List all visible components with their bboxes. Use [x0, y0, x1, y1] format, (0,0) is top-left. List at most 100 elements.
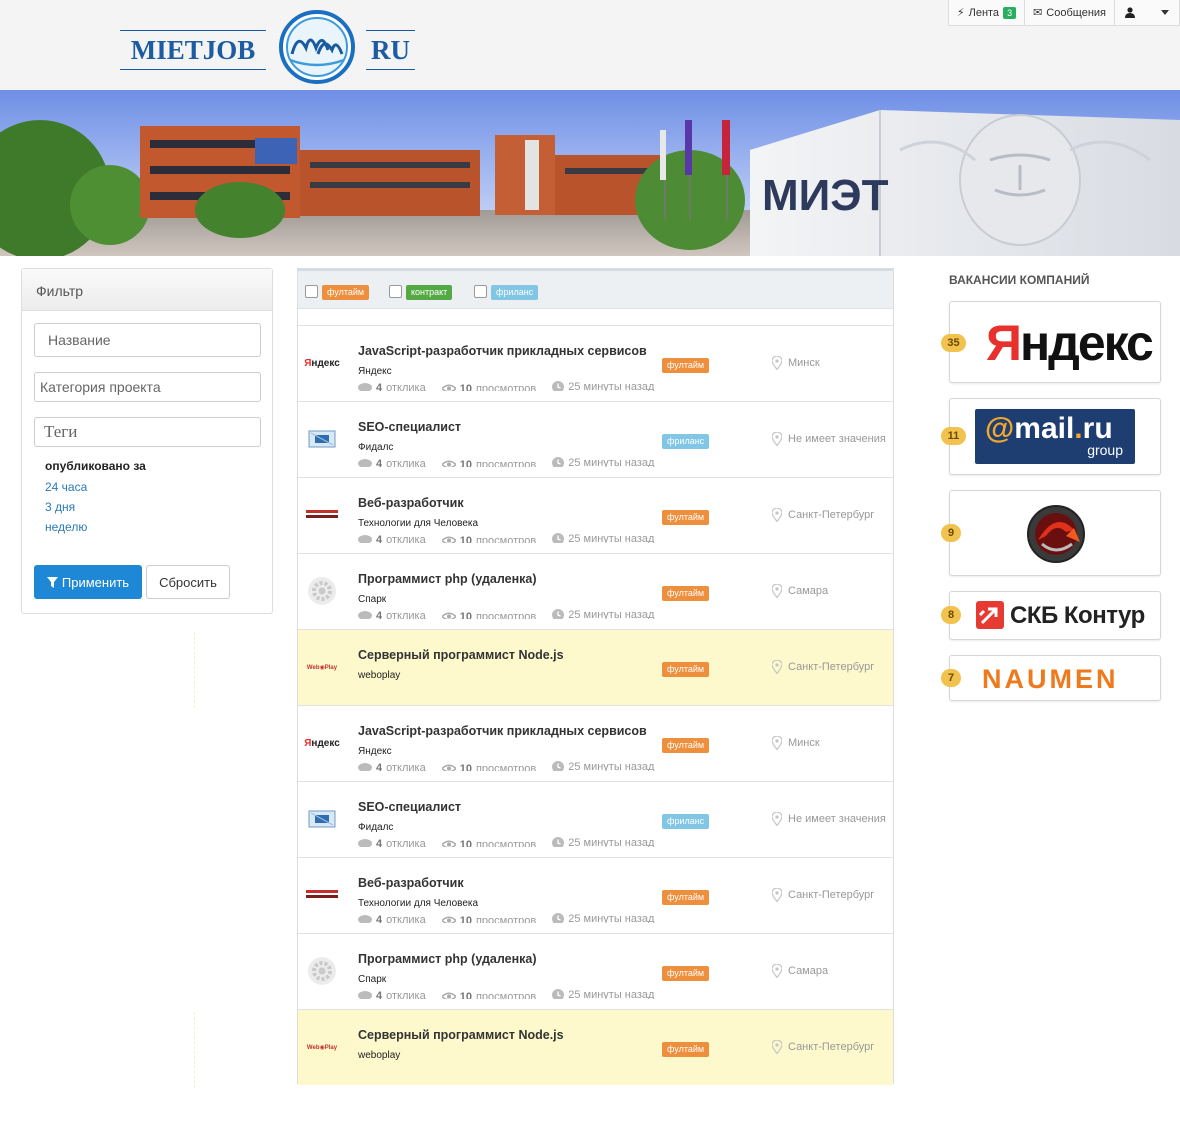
job-stat-text: 4	[376, 534, 383, 543]
job-row[interactable]: Яндекс JavaScript-разработчик прикладных …	[298, 325, 893, 401]
job-title[interactable]: SEO-специалист	[358, 800, 650, 814]
freelance-type-tag[interactable]: фриланс	[491, 285, 539, 300]
job-company[interactable]: weboplay	[358, 670, 400, 681]
job-location: Самара	[772, 964, 828, 978]
company-logo[interactable]	[306, 881, 338, 909]
clock-icon	[552, 913, 565, 923]
job-company[interactable]: Спарк	[358, 974, 386, 985]
weboplay-logo-icon: Web◉Play	[306, 1044, 338, 1051]
map-pin-icon	[772, 1040, 782, 1054]
eye-icon	[441, 764, 456, 771]
job-company[interactable]: Спарк	[358, 594, 386, 605]
category-input[interactable]: Категория проекта	[34, 372, 261, 402]
company-card-naumen[interactable]: 7 NAUMEN	[941, 655, 1161, 701]
job-company[interactable]: Фидалс	[358, 442, 393, 453]
job-row[interactable]: Программист php (удаленка) Спарк 4 отклика…	[298, 553, 893, 629]
company-logo[interactable]: Web◉Play	[306, 1033, 338, 1061]
job-company[interactable]: Фидалс	[358, 822, 393, 833]
job-stat: 10 просмотров	[441, 990, 537, 1000]
logo-text-mietjob[interactable]: MIETJOB	[120, 30, 266, 70]
job-location: Санкт-Петербург	[772, 508, 874, 522]
job-stat-text: 25 минуты назад	[568, 837, 655, 847]
job-row[interactable]: SEO-специалист Фидалс 4 отклика 10 просмотр…	[298, 781, 893, 857]
period-link-week[interactable]: неделю	[45, 520, 87, 534]
logo-text-ru[interactable]: RU	[366, 30, 415, 70]
job-title[interactable]: Веб-разработчик	[358, 496, 650, 510]
period-link-3d[interactable]: 3 дня	[45, 500, 75, 514]
company-logo[interactable]	[306, 501, 338, 529]
job-company[interactable]: Технологии для Человека	[358, 518, 478, 529]
eye-icon	[441, 460, 456, 467]
company-logo[interactable]	[306, 957, 338, 985]
campus-banner: МИЭТ	[0, 90, 1180, 256]
feed-link[interactable]: ⚡ Лента 3	[949, 0, 1026, 25]
envelope-icon: ✉	[1033, 7, 1043, 19]
tags-input[interactable]: Теги	[34, 417, 261, 447]
job-row[interactable]: Веб-разработчик Технологии для Человека 4 …	[298, 857, 893, 933]
job-row[interactable]: Web◉Play Серверный программист Node.js web…	[298, 629, 893, 705]
company-logo[interactable]	[306, 577, 338, 605]
job-title[interactable]: SEO-специалист	[358, 420, 650, 434]
job-stat-text: 25 минуты назад	[568, 457, 655, 467]
map-pin-icon	[772, 660, 782, 674]
company-card-kontur[interactable]: 8 СКБ Контур	[941, 591, 1161, 640]
clock-icon	[552, 761, 565, 771]
company-logo[interactable]	[306, 425, 338, 453]
clock-icon	[552, 609, 565, 619]
miet-emblem-icon[interactable]	[278, 10, 356, 84]
job-stat: 10 просмотров	[441, 915, 536, 923]
company-logo[interactable]: Яндекс	[304, 349, 340, 377]
user-menu[interactable]	[1115, 0, 1180, 25]
job-stat-text: просмотров	[475, 458, 537, 468]
job-title[interactable]: Программист php (удаленка)	[358, 572, 650, 586]
job-stat-text: 10	[459, 534, 472, 544]
contract-type-tag[interactable]: контракт	[406, 285, 453, 300]
job-type-tag: фултайм	[662, 738, 710, 753]
job-stat: 10 просмотров	[441, 458, 537, 468]
fulltime-type-tag[interactable]: фултайм	[322, 285, 370, 300]
yandex-logo-icon: Яндекс	[304, 357, 340, 369]
job-stat-text: просмотров	[475, 990, 537, 1000]
company-logo[interactable]	[306, 805, 338, 833]
job-location: Не имеет значения	[772, 432, 886, 446]
apply-button[interactable]: Применить	[34, 565, 142, 599]
messages-link[interactable]: ✉ Сообщения	[1025, 0, 1115, 25]
job-company[interactable]: Яндекс	[358, 746, 392, 757]
job-title[interactable]: Программист php (удаленка)	[358, 952, 650, 966]
job-title[interactable]: JavaScript-разработчик прикладных сервис…	[358, 344, 650, 358]
job-stat-text: просмотров	[475, 382, 537, 392]
job-row[interactable]: Программист php (удаленка) Спарк 4 отклика…	[298, 933, 893, 1009]
job-stat-text: 10	[459, 382, 472, 392]
contract-checkbox[interactable]	[389, 285, 402, 298]
job-row[interactable]: Web◉Play Серверный программист Node.js web…	[298, 1009, 893, 1085]
job-title[interactable]: Серверный программист Node.js	[358, 648, 650, 662]
period-link-24h[interactable]: 24 часа	[45, 480, 87, 494]
job-row[interactable]: SEO-специалист Фидалс 4 отклика 10 просмотр…	[298, 401, 893, 477]
comment-icon	[358, 991, 372, 999]
job-row[interactable]: Яндекс JavaScript-разработчик прикладных …	[298, 705, 893, 781]
job-stat: 10 просмотров	[441, 534, 537, 544]
job-type-tag: фриланс	[662, 434, 710, 449]
company-card-wot[interactable]: 9	[941, 490, 1161, 576]
company-card-mailru[interactable]: 11 @mail.ru group	[941, 398, 1161, 475]
reset-button[interactable]: Сбросить	[146, 565, 230, 599]
job-company[interactable]: Технологии для Человека	[358, 898, 478, 909]
job-stats: 4 отклика 10 просмотров 25 минуты назад	[358, 457, 670, 467]
eye-icon	[441, 840, 456, 847]
job-row[interactable]: Веб-разработчик Технологии для Человека 4 …	[298, 477, 893, 553]
job-title[interactable]: Веб-разработчик	[358, 876, 650, 890]
company-logo[interactable]: Яндекс	[304, 729, 340, 757]
job-title[interactable]: JavaScript-разработчик прикладных сервис…	[358, 724, 650, 738]
freelance-checkbox[interactable]	[474, 285, 487, 298]
company-card-yandex[interactable]: 35 Яндекс	[941, 301, 1161, 383]
job-company[interactable]: weboplay	[358, 1050, 400, 1061]
company-logo[interactable]: Web◉Play	[306, 653, 338, 681]
eye-icon	[441, 612, 456, 619]
job-stat-text: просмотров	[475, 534, 537, 544]
vacancy-count-badge: 35	[941, 334, 966, 352]
lightning-icon: ⚡	[956, 7, 965, 19]
job-title[interactable]: Серверный программист Node.js	[358, 1028, 650, 1042]
job-company[interactable]: Яндекс	[358, 366, 392, 377]
name-input[interactable]: Название	[34, 323, 261, 357]
fulltime-checkbox[interactable]	[305, 285, 318, 298]
